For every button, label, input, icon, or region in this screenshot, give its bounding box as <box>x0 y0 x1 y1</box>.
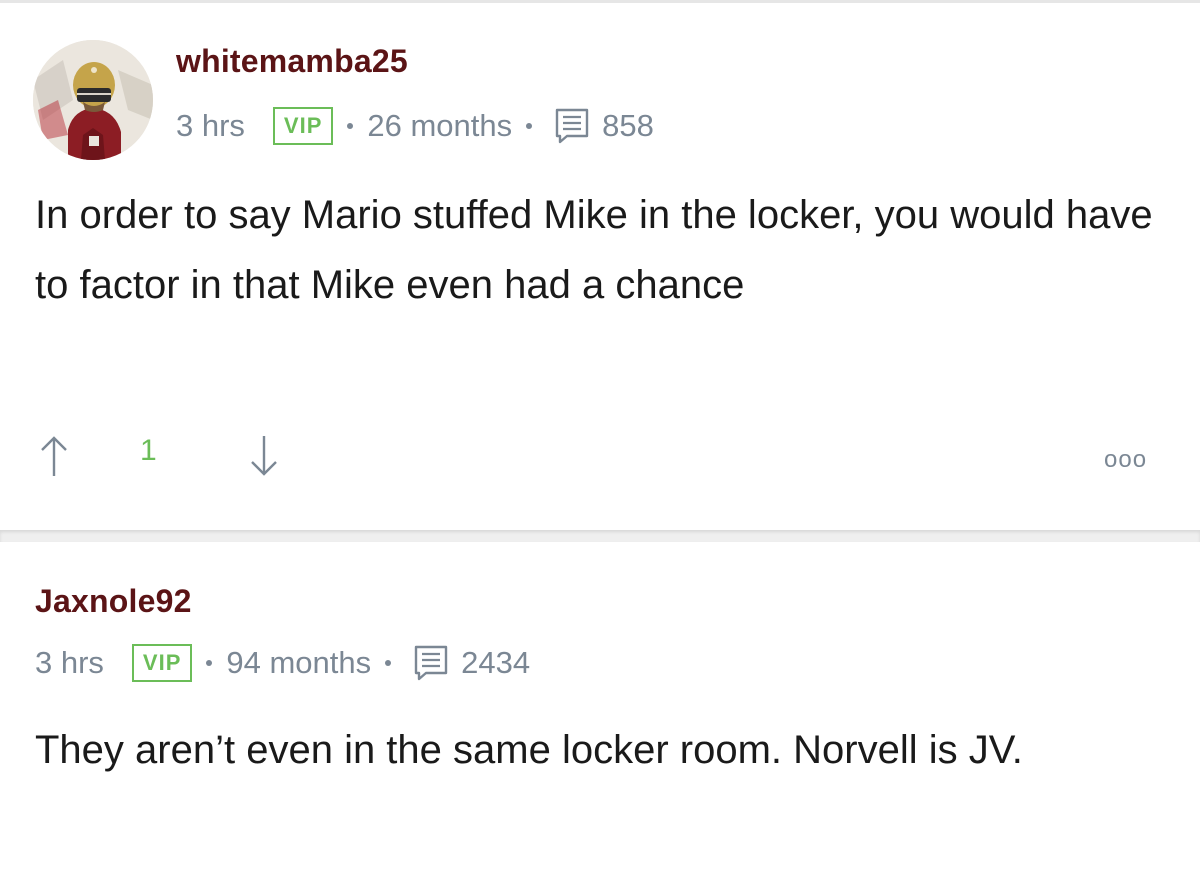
post-actions: 1 ooo <box>0 428 1200 488</box>
post-meta: 3 hrs VIP 26 months 858 <box>176 102 654 150</box>
post-card: whitemamba25 3 hrs VIP 26 months 858 In … <box>0 3 1200 530</box>
more-options-button[interactable]: ooo <box>1104 446 1147 474</box>
post-time: 3 hrs <box>35 645 104 680</box>
separator-dot <box>526 123 533 129</box>
vip-badge: VIP <box>272 107 334 145</box>
post-count: 858 <box>602 108 654 143</box>
member-tenure: 94 months <box>226 645 372 680</box>
comments-icon <box>552 106 592 146</box>
vote-count: 1 <box>140 434 157 467</box>
separator-dot <box>385 660 392 666</box>
avatar[interactable] <box>33 40 153 160</box>
separator-dot <box>347 123 354 129</box>
comments-icon <box>411 643 451 683</box>
username[interactable]: Jaxnole92 <box>35 583 192 620</box>
post-divider <box>0 530 1200 542</box>
post-time: 3 hrs <box>176 108 245 143</box>
post-card: Jaxnole92 3 hrs VIP 94 months 2434 They … <box>0 542 1200 892</box>
post-count: 2434 <box>461 645 531 680</box>
username[interactable]: whitemamba25 <box>176 43 408 80</box>
vip-badge: VIP <box>131 644 193 682</box>
arrow-down-icon[interactable] <box>246 432 282 480</box>
post-body: In order to say Mario stuffed Mike in th… <box>35 193 1153 307</box>
member-tenure: 26 months <box>367 108 513 143</box>
post-meta: 3 hrs VIP 94 months 2434 <box>35 639 530 687</box>
arrow-up-icon[interactable] <box>36 432 72 480</box>
separator-dot <box>206 660 213 666</box>
post-body: They aren’t even in the same locker room… <box>35 728 1023 772</box>
forum-thread: whitemamba25 3 hrs VIP 26 months 858 In … <box>0 0 1200 892</box>
